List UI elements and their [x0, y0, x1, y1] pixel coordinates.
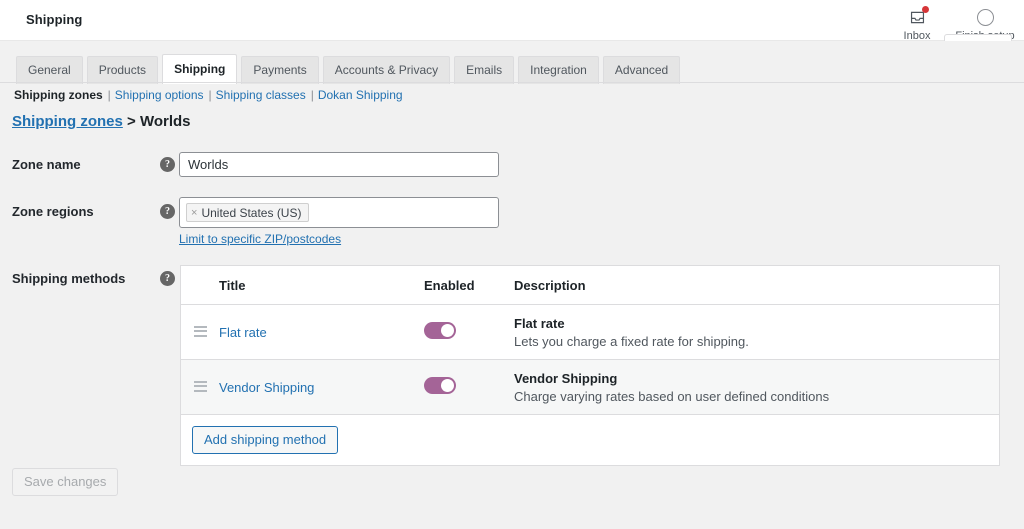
- tab-products[interactable]: Products: [86, 56, 159, 84]
- enabled-toggle-vendor-shipping[interactable]: [424, 377, 456, 394]
- method-link-vendor-shipping[interactable]: Vendor Shipping: [219, 380, 314, 395]
- drag-handle-icon: [193, 380, 207, 392]
- subnav-separator-1: |: [107, 88, 111, 102]
- save-changes-button[interactable]: Save changes: [12, 468, 119, 496]
- subnav-item-shipping-options[interactable]: Shipping options: [115, 88, 204, 102]
- subnav-separator-2: |: [208, 88, 212, 102]
- breadcrumb-link-shipping-zones[interactable]: Shipping zones: [12, 113, 123, 130]
- row-drag-handle-vendor-shipping[interactable]: [181, 380, 219, 395]
- method-desc-title-flat-rate: Flat rate: [514, 315, 565, 331]
- tab-emails[interactable]: Emails: [454, 56, 515, 84]
- zone-regions-select[interactable]: × United States (US): [179, 197, 499, 228]
- inbox-button[interactable]: Inbox: [886, 3, 948, 42]
- table-header-row: Title Enabled Description: [181, 266, 999, 305]
- enabled-toggle-flat-rate[interactable]: [424, 322, 456, 339]
- zone-regions-help-icon[interactable]: ?: [160, 204, 175, 219]
- breadcrumb-separator: >: [127, 113, 136, 130]
- toggle-knob-icon: [441, 379, 454, 392]
- limit-zip-postcodes-link[interactable]: Limit to specific ZIP/postcodes: [179, 232, 341, 246]
- top-header-bar: Shipping Inbox Finish setup: [0, 0, 1024, 42]
- tab-integration[interactable]: Integration: [518, 56, 599, 84]
- progress-ring-icon: [975, 7, 995, 27]
- tab-payments[interactable]: Payments: [241, 56, 319, 84]
- subnav-item-dokan-shipping[interactable]: Dokan Shipping: [318, 88, 403, 102]
- tab-accounts-privacy[interactable]: Accounts & Privacy: [322, 56, 451, 84]
- tabs-divider: [0, 82, 1024, 83]
- remove-region-icon[interactable]: ×: [191, 207, 197, 219]
- table-header-description: Description: [514, 277, 586, 293]
- row-drag-handle-flat-rate[interactable]: [181, 325, 219, 340]
- zone-name-input[interactable]: [179, 152, 499, 177]
- breadcrumb-current-zone: Worlds: [139, 113, 191, 130]
- tab-shipping[interactable]: Shipping: [162, 54, 238, 84]
- settings-tabs: General Products Shipping Payments Accou…: [16, 53, 684, 84]
- region-tag-united-states[interactable]: × United States (US): [186, 203, 310, 222]
- method-desc-text-flat-rate: Lets you charge a fixed rate for shippin…: [514, 333, 749, 349]
- shipping-methods-label: Shipping methods: [12, 271, 126, 286]
- zone-name-label: Zone name: [12, 157, 81, 172]
- subnav-item-shipping-classes[interactable]: Shipping classes: [216, 88, 306, 102]
- table-row: Vendor Shipping Vendor Shipping Charge v…: [181, 360, 999, 415]
- breadcrumb: Shipping zones > Worlds: [12, 113, 191, 130]
- table-row: Flat rate Flat rate Lets you charge a fi…: [181, 305, 999, 360]
- subnav-item-shipping-zones[interactable]: Shipping zones: [14, 88, 103, 102]
- shipping-methods-help-icon[interactable]: ?: [160, 271, 175, 286]
- drag-handle-icon: [193, 325, 207, 337]
- shipping-methods-table: Title Enabled Description Flat rate Flat…: [180, 265, 1000, 466]
- tab-advanced[interactable]: Advanced: [602, 56, 681, 84]
- zone-name-help-icon[interactable]: ?: [160, 157, 175, 172]
- inbox-notification-badge: [922, 6, 929, 13]
- table-footer: Add shipping method: [181, 415, 999, 465]
- subnav-separator-3: |: [310, 88, 314, 102]
- table-header-enabled: Enabled: [424, 277, 475, 293]
- tab-general[interactable]: General: [16, 56, 83, 84]
- shipping-subnav: Shipping zones | Shipping options | Ship…: [14, 88, 403, 102]
- page-title: Shipping: [26, 12, 83, 27]
- method-link-flat-rate[interactable]: Flat rate: [219, 325, 267, 340]
- region-tag-label: United States (US): [201, 205, 302, 220]
- zone-regions-label: Zone regions: [12, 204, 94, 219]
- inbox-icon: [907, 6, 929, 27]
- settings-tabs-bar: General Products Shipping Payments Accou…: [0, 41, 1024, 84]
- table-header-title: Title: [219, 277, 246, 293]
- method-desc-title-vendor-shipping: Vendor Shipping: [514, 370, 618, 386]
- toggle-knob-icon: [441, 324, 454, 337]
- add-shipping-method-button[interactable]: Add shipping method: [192, 426, 339, 454]
- method-desc-text-vendor-shipping: Charge varying rates based on user defin…: [514, 388, 830, 404]
